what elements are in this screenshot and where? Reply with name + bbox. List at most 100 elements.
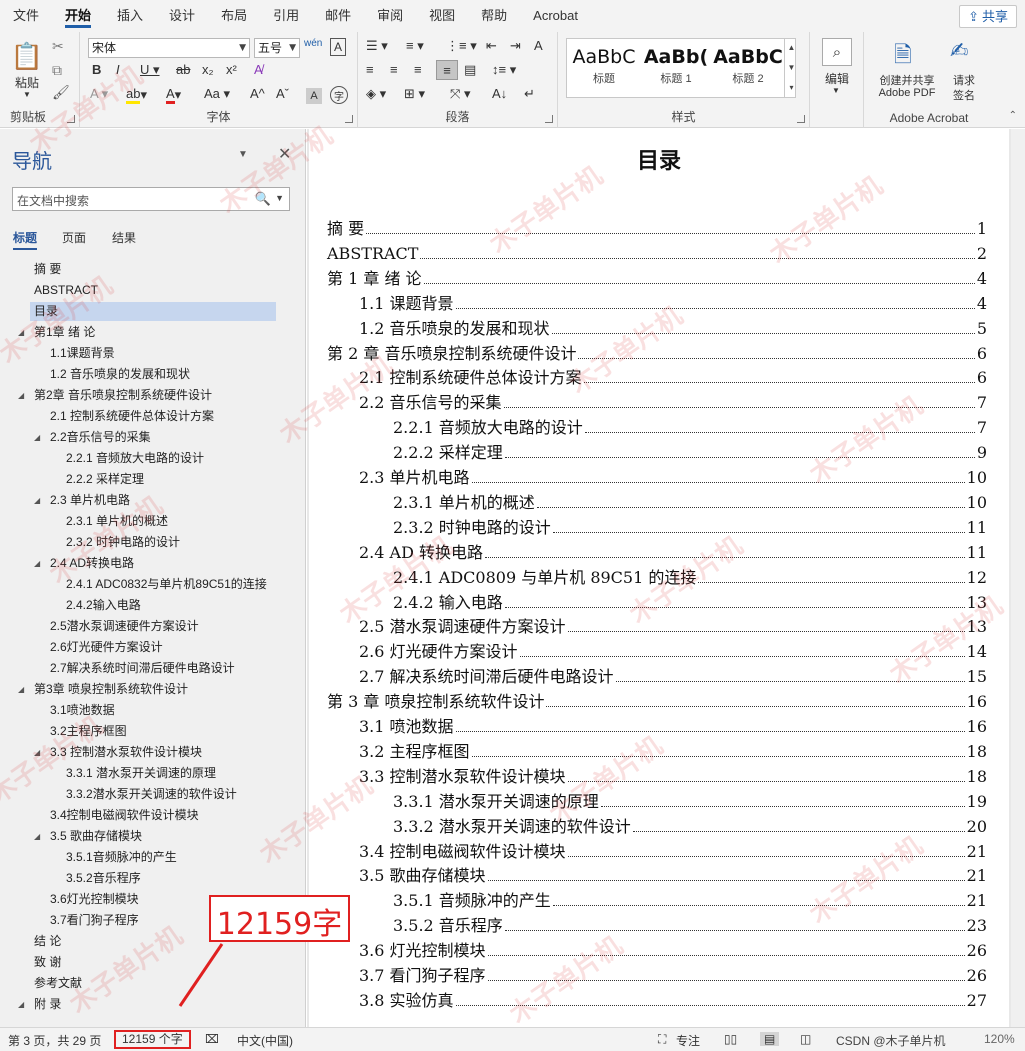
change-case-icon[interactable]: Aa ▾ <box>204 86 230 102</box>
paste-button[interactable]: 粘贴 <box>6 74 48 90</box>
superscript-icon[interactable]: x² <box>226 62 237 77</box>
nav-heading-item[interactable]: 参考文献 <box>30 974 82 993</box>
nav-heading-item[interactable]: 附 录 <box>30 995 61 1014</box>
nav-heading-item[interactable]: 2.2.2 采样定理 <box>62 470 144 489</box>
nav-heading-item[interactable]: 结 论 <box>30 932 61 951</box>
toc-entry[interactable]: 3.1 喷池数据 16 <box>359 715 987 739</box>
nav-heading-item[interactable]: 2.4.2输入电路 <box>62 596 141 615</box>
expand-caret-icon[interactable]: ◢ <box>34 827 44 846</box>
font-launcher-icon[interactable] <box>345 115 353 123</box>
menu-tab-9[interactable]: 帮助 <box>468 0 520 32</box>
toc-entry[interactable]: 3.3.1 潜水泵开关调速的原理 19 <box>393 790 987 814</box>
nav-heading-item[interactable]: 2.7解决系统时间滞后硬件电路设计 <box>46 659 235 678</box>
shading-icon[interactable]: ◈ ▾ <box>366 86 386 102</box>
nav-heading-item[interactable]: 3.2主程序框图 <box>46 722 127 741</box>
nav-heading-item[interactable]: 致 谢 <box>30 953 61 972</box>
toc-entry[interactable]: 2.4 AD 转换电路 11 <box>359 541 987 565</box>
sort-icon[interactable]: A↓ <box>492 86 507 101</box>
toc-entry[interactable]: 2.1 控制系统硬件总体设计方案 6 <box>359 366 987 390</box>
asian-typography-icon[interactable]: ⤧ ▾ <box>450 86 471 102</box>
nav-heading-item[interactable]: 3.4控制电磁阀软件设计模块 <box>46 806 199 825</box>
menu-tab-8[interactable]: 视图 <box>416 0 468 32</box>
font-name-select[interactable]: 宋体 ▼ <box>88 38 250 58</box>
shrink-font-icon[interactable]: Aˇ <box>276 86 289 101</box>
search-icon[interactable]: ⌕ <box>822 38 852 66</box>
distributed-icon[interactable]: ▤ <box>464 62 476 78</box>
nav-heading-item[interactable]: 3.5 歌曲存储模块 <box>46 827 142 846</box>
expand-caret-icon[interactable]: ◢ <box>18 995 28 1014</box>
font-size-select[interactable]: 五号 ▼ <box>254 38 300 58</box>
expand-caret-icon[interactable]: ◢ <box>18 680 28 699</box>
toc-entry[interactable]: 2.3.2 时钟电路的设计 11 <box>393 516 987 540</box>
text-effects-icon[interactable]: A ▾ <box>90 86 108 102</box>
format-painter-icon[interactable]: 🖌 <box>52 84 70 101</box>
nav-heading-item[interactable]: 2.4.1 ADC0832与单片机89C51的连接 <box>62 575 267 594</box>
toc-entry[interactable]: 3.7 看门狗子程序 26 <box>359 964 987 988</box>
chevron-down-icon[interactable]: ▼ <box>238 149 248 160</box>
chevron-down-icon[interactable]: ▼ <box>275 193 284 203</box>
style-item-1[interactable]: AaBb(标题 1 <box>640 38 712 96</box>
toc-entry[interactable]: 2.2.2 采样定理 9 <box>393 441 987 465</box>
expand-caret-icon[interactable]: ◢ <box>34 554 44 573</box>
char-shading-icon[interactable]: A <box>306 88 322 104</box>
borders-icon[interactable]: ⊞ ▾ <box>404 86 425 102</box>
style-item-0[interactable]: AaBbC 标题 <box>568 38 640 96</box>
editing-dropdown-icon[interactable]: ▼ <box>832 86 840 95</box>
document-page[interactable]: 目录 摘 要 1 ABSTRACT 2 第 1 章 绪 论 4 1.1 课题背景 4 1.2 音… <box>309 129 1009 1027</box>
nav-heading-item[interactable]: 2.1 控制系统硬件总体设计方案 <box>46 407 214 426</box>
expand-caret-icon[interactable]: ◢ <box>34 743 44 762</box>
nav-heading-item[interactable]: 3.7看门狗子程序 <box>46 911 139 930</box>
menu-tab-1[interactable]: 开始 <box>52 0 104 32</box>
nav-heading-item[interactable]: 摘 要 <box>30 260 61 279</box>
phonetic-guide-icon[interactable]: wén <box>304 38 322 49</box>
toc-entry[interactable]: 3.3 控制潜水泵软件设计模块 18 <box>359 765 987 789</box>
toc-entry[interactable]: 2.7 解决系统时间滞后硬件电路设计 15 <box>359 665 987 689</box>
style-item-2[interactable]: AaBbC 标题 2 <box>712 38 784 96</box>
enclose-char-icon[interactable]: 字 <box>330 86 348 104</box>
cut-icon[interactable]: ✂ <box>52 38 64 55</box>
toc-entry[interactable]: 2.4.2 输入电路 13 <box>393 591 987 615</box>
nav-heading-item[interactable]: ABSTRACT <box>30 281 98 300</box>
nav-heading-item[interactable]: 2.4 AD转换电路 <box>46 554 134 573</box>
toc-entry[interactable]: 2.2.1 音频放大电路的设计 7 <box>393 416 987 440</box>
menu-tab-5[interactable]: 引用 <box>260 0 312 32</box>
print-layout-icon[interactable]: ▤ <box>760 1032 780 1046</box>
toc-entry[interactable]: 3.5.1 音频脉冲的产生 21 <box>393 889 987 913</box>
toc-entry[interactable]: 3.6 灯光控制模块 26 <box>359 939 987 963</box>
clear-formatting-icon[interactable]: A̸ <box>254 62 263 77</box>
nav-heading-item[interactable]: 1.1课题背景 <box>46 344 115 363</box>
web-layout-icon[interactable]: ◫ <box>800 1032 811 1046</box>
toc-entry[interactable]: ABSTRACT 2 <box>327 242 987 266</box>
nav-heading-item[interactable]: 3.3 控制潜水泵软件设计模块 <box>46 743 202 762</box>
vertical-scrollbar[interactable] <box>1011 129 1025 1027</box>
grow-font-icon[interactable]: A^ <box>250 86 265 101</box>
collapse-ribbon-icon[interactable]: ⌃ <box>1009 110 1017 121</box>
menu-tab-2[interactable]: 插入 <box>104 0 156 32</box>
close-icon[interactable]: ✕ <box>278 144 291 164</box>
nav-tab-headings[interactable]: 标题 <box>13 229 38 250</box>
menu-tab-6[interactable]: 邮件 <box>312 0 364 32</box>
multilevel-list-icon[interactable]: ⋮≡ ▾ <box>446 38 477 54</box>
char-border-icon[interactable]: A <box>330 38 346 56</box>
nav-heading-item[interactable]: 第2章 音乐喷泉控制系统硬件设计 <box>30 386 212 405</box>
line-spacing-icon[interactable]: ↕≡ ▾ <box>492 62 516 78</box>
create-pdf-icon[interactable]: 🗎 <box>894 38 912 76</box>
nav-heading-item[interactable]: 3.1喷池数据 <box>46 701 115 720</box>
align-right-icon[interactable]: ≡ <box>414 62 422 77</box>
copy-icon[interactable]: ⧉ <box>52 62 62 79</box>
menu-tab-0[interactable]: 文件 <box>0 0 52 32</box>
toc-entry[interactable]: 3.4 控制电磁阀软件设计模块 21 <box>359 840 987 864</box>
nav-heading-item[interactable]: 2.5潜水泵调速硬件方案设计 <box>46 617 199 636</box>
status-focus[interactable]: 专注 <box>676 1032 700 1049</box>
nav-heading-item[interactable]: 2.2.1 音频放大电路的设计 <box>62 449 204 468</box>
chinese-layout-icon[interactable]: A <box>534 38 543 53</box>
styles-launcher-icon[interactable] <box>797 115 805 123</box>
toc-entry[interactable]: 2.3.1 单片机的概述 10 <box>393 491 987 515</box>
toc-entry[interactable]: 2.5 潜水泵调速硬件方案设计 13 <box>359 615 987 639</box>
create-pdf-label-2[interactable]: Adobe PDF <box>870 87 944 99</box>
toc-entry[interactable]: 摘 要 1 <box>327 217 987 241</box>
italic-icon[interactable]: I <box>116 62 120 77</box>
status-word-count[interactable]: 12159 个字 <box>114 1030 191 1049</box>
status-page-info[interactable]: 第 3 页，共 29 页 <box>8 1032 101 1049</box>
toc-entry[interactable]: 3.3.2 潜水泵开关调速的软件设计 20 <box>393 815 987 839</box>
